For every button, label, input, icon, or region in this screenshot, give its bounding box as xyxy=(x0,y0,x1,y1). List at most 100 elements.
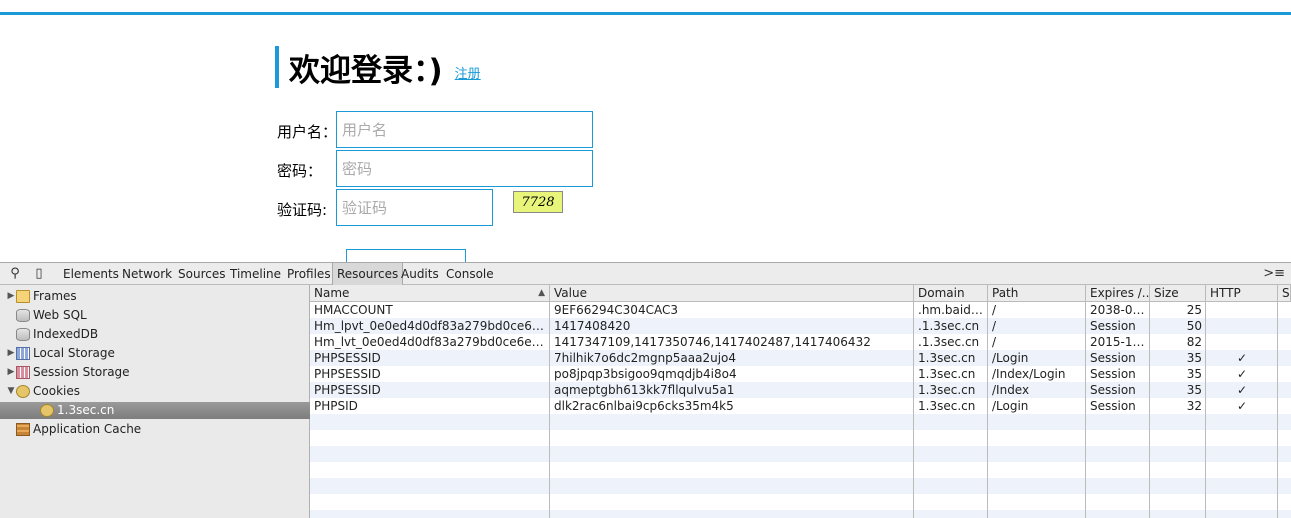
cell-expires: 2015-12... xyxy=(1090,335,1150,349)
devtools-toolbar: ⚲ ▯ Elements Network Sources Timeline Profil… xyxy=(0,262,1291,285)
cell-size: 35 xyxy=(1186,351,1202,365)
cookies-table-header: Name ▲ Value Domain Path Expires /... Size HTTP… xyxy=(310,285,1291,302)
table-row[interactable]: HMACCOUNT 9EF66294C304CAC3 .hm.baidu... / 20… xyxy=(310,302,1291,318)
expand-arrow-icon[interactable]: ▶ xyxy=(6,364,16,381)
cell-domain: 1.3sec.cn xyxy=(918,351,976,365)
cell-http: ✓ xyxy=(1236,383,1248,397)
cell-value: 7hilhik7o6dc2mgnp5aaa2ujo4 xyxy=(554,351,737,365)
captcha-image[interactable]: 7728 xyxy=(513,191,563,213)
tab-resources[interactable]: Resources xyxy=(332,263,404,285)
cell-size: 35 xyxy=(1186,383,1202,397)
table-row[interactable]: Hm_lpvt_0e0ed4d0df83a279bd0ce6e29672... 1… xyxy=(310,318,1291,334)
sidebar-item-session-storage[interactable]: ▶ Session Storage xyxy=(0,364,130,381)
storage-icon xyxy=(16,347,30,360)
username-label: 用户名： xyxy=(277,123,338,141)
expand-arrow-icon[interactable]: ▶ xyxy=(6,345,16,362)
sidebar-item-label: Cookies xyxy=(33,384,80,398)
column-header-label: Value xyxy=(554,286,587,300)
column-header-name[interactable]: Name ▲ xyxy=(310,285,550,302)
top-accent-bar xyxy=(0,12,1291,15)
expand-arrow-icon[interactable]: ▶ xyxy=(6,288,16,305)
column-header-label: Domain xyxy=(918,286,965,300)
sidebar-item-label: 1.3sec.cn xyxy=(57,403,115,417)
cell-http xyxy=(1206,302,1278,318)
column-header-s[interactable]: S xyxy=(1278,285,1291,302)
drawer-toggle-icon[interactable]: >≡ xyxy=(1263,266,1285,281)
cell-path: / xyxy=(992,319,997,333)
cell-name: HMACCOUNT xyxy=(314,303,393,317)
database-icon xyxy=(16,328,30,341)
table-row[interactable]: PHPSESSID po8jpqp3bsigoo9qmqdjb4i8o4 1.3se… xyxy=(310,366,1291,382)
table-row[interactable]: Hm_lvt_0e0ed4d0df83a279bd0ce6e296724... 1… xyxy=(310,334,1291,350)
cell-domain: .1.3sec.cn xyxy=(918,335,980,349)
collapse-arrow-icon[interactable]: ▼ xyxy=(6,383,16,400)
cell-http xyxy=(1206,318,1278,334)
cell-name: PHPSID xyxy=(314,399,358,413)
column-header-domain[interactable]: Domain xyxy=(914,285,988,302)
column-header-path[interactable]: Path xyxy=(988,285,1086,302)
cell-name: PHPSESSID xyxy=(314,383,381,397)
tab-audits[interactable]: Audits xyxy=(397,263,443,285)
column-header-http[interactable]: HTTP xyxy=(1206,285,1278,302)
cell-size: 35 xyxy=(1186,367,1202,381)
cell-name: Hm_lvt_0e0ed4d0df83a279bd0ce6e296724... xyxy=(314,335,550,349)
column-header-size[interactable]: Size xyxy=(1150,285,1206,302)
column-header-label: S xyxy=(1282,286,1290,300)
sidebar-item-indexeddb[interactable]: IndexedDB xyxy=(0,326,98,343)
table-row[interactable]: PHPSESSID aqmeptgbh613kk7fllqulvu5a1 1.3se… xyxy=(310,382,1291,398)
column-header-value[interactable]: Value xyxy=(550,285,914,302)
cell-path: /Index xyxy=(992,383,1030,397)
cell-domain: 1.3sec.cn xyxy=(918,399,976,413)
cell-expires: Session xyxy=(1090,319,1136,333)
cell-value: 9EF66294C304CAC3 xyxy=(554,303,678,317)
sidebar-item-web-sql[interactable]: Web SQL xyxy=(0,307,87,324)
cell-http: ✓ xyxy=(1236,351,1248,365)
sidebar-item-cookies[interactable]: ▼ Cookies xyxy=(0,383,80,400)
sidebar-item-label: Frames xyxy=(33,289,77,303)
cell-value: aqmeptgbh613kk7fllqulvu5a1 xyxy=(554,383,735,397)
cell-value: po8jpqp3bsigoo9qmqdjb4i8o4 xyxy=(554,367,737,381)
table-row[interactable]: PHPSID dlk2rac6nlbai9cp6cks35m4k5 1.3sec.c… xyxy=(310,398,1291,414)
devtools-panel: ⚲ ▯ Elements Network Sources Timeline Profil… xyxy=(0,262,1291,518)
application-cache-icon xyxy=(16,423,30,436)
tab-profiles[interactable]: Profiles xyxy=(283,263,335,285)
cell-path: /Login xyxy=(992,351,1029,365)
cookie-icon xyxy=(40,404,54,417)
page-title: 欢迎登录：) xyxy=(289,52,443,89)
captcha-input[interactable] xyxy=(336,189,493,226)
sidebar-item-frames[interactable]: ▶ Frames xyxy=(0,288,77,305)
sidebar-item-application-cache[interactable]: Application Cache xyxy=(0,421,141,438)
cell-expires: Session xyxy=(1090,399,1136,413)
username-input[interactable] xyxy=(336,111,593,148)
column-header-label: Expires /... xyxy=(1090,286,1150,300)
register-link[interactable]: 注册 xyxy=(455,63,481,82)
search-icon[interactable]: ⚲ xyxy=(7,266,23,282)
cell-name: PHPSESSID xyxy=(314,351,381,365)
sidebar-item-label: Web SQL xyxy=(33,308,87,322)
sidebar-item-label: Local Storage xyxy=(33,346,115,360)
sidebar-item-1-3sec-cn[interactable]: 1.3sec.cn xyxy=(0,402,339,419)
password-input[interactable] xyxy=(336,150,593,187)
table-row[interactable]: PHPSESSID 7hilhik7o6dc2mgnp5aaa2ujo4 1.3se… xyxy=(310,350,1291,366)
cell-domain: .1.3sec.cn xyxy=(918,319,980,333)
login-heading: 欢迎登录：) 注册 xyxy=(275,46,481,89)
tab-network[interactable]: Network xyxy=(118,263,176,285)
cell-expires: Session xyxy=(1090,383,1136,397)
tab-console[interactable]: Console xyxy=(442,263,498,285)
cookies-table: Name ▲ Value Domain Path Expires /... Size HTTP… xyxy=(310,285,1291,518)
cell-domain: 1.3sec.cn xyxy=(918,367,976,381)
column-header-label: Size xyxy=(1154,286,1179,300)
tab-elements[interactable]: Elements xyxy=(59,263,123,285)
tab-sources[interactable]: Sources xyxy=(174,263,229,285)
cell-domain: .hm.baidu... xyxy=(918,303,988,317)
password-label: 密码： xyxy=(277,162,323,180)
tab-timeline[interactable]: Timeline xyxy=(226,263,285,285)
sidebar-item-local-storage[interactable]: ▶ Local Storage xyxy=(0,345,115,362)
sidebar-item-label: IndexedDB xyxy=(33,327,99,341)
device-icon[interactable]: ▯ xyxy=(31,266,47,282)
cell-expires: Session xyxy=(1090,351,1136,365)
column-header-expires[interactable]: Expires /... xyxy=(1086,285,1150,302)
heading-accent-bar xyxy=(275,46,279,88)
session-storage-icon xyxy=(16,366,30,379)
cell-path: / xyxy=(992,303,997,317)
